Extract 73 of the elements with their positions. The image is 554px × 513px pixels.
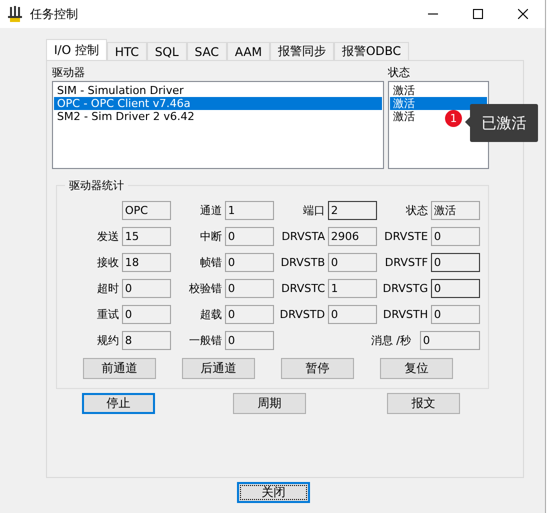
field-label: 超载 xyxy=(199,306,222,322)
window-title: 任务控制 xyxy=(30,6,79,22)
tab[interactable]: 报警同步 xyxy=(270,42,334,60)
value-field: 0 xyxy=(225,304,274,324)
field-label: DRVSTG xyxy=(382,282,428,294)
value-field: 18 xyxy=(122,252,171,272)
action-button[interactable]: 周期 xyxy=(233,393,306,414)
tab[interactable]: SAC xyxy=(186,42,227,60)
value-field: 0 xyxy=(122,304,171,324)
value-field: 0 xyxy=(431,278,480,298)
action-button[interactable]: 复位 xyxy=(380,358,453,379)
field-label: 超时 xyxy=(96,280,119,296)
field-label: 帧错 xyxy=(199,254,222,270)
tab[interactable]: AAM xyxy=(226,42,270,60)
field-label: DRVSTD xyxy=(278,308,325,320)
field-label: 通道 xyxy=(199,202,222,218)
field-label: 中断 xyxy=(199,228,222,244)
action-button[interactable]: 暂停 xyxy=(281,358,354,379)
value-field: 2906 xyxy=(328,226,377,246)
app-icon xyxy=(8,6,22,22)
field-label: DRVSTE xyxy=(383,230,428,242)
value-field: 0 xyxy=(431,304,480,324)
field-label: DRVSTF xyxy=(384,256,428,268)
value-field: 2 xyxy=(328,200,377,220)
field-label: 规约 xyxy=(96,332,119,348)
field-label: 端口 xyxy=(302,202,325,218)
value-field: 0 xyxy=(431,226,480,246)
field-label: 一般错 xyxy=(188,332,222,348)
value-field: 0 xyxy=(225,278,274,298)
action-button[interactable]: 前通道 xyxy=(83,358,156,379)
close-button[interactable]: 关闭 xyxy=(237,482,310,503)
list-label: 驱动器 xyxy=(52,65,86,81)
field-label: 校验错 xyxy=(188,280,222,296)
value-field: 0 xyxy=(225,226,274,246)
tab[interactable]: I/O 控制 xyxy=(46,39,107,60)
action-button[interactable]: 报文 xyxy=(387,393,460,414)
list-item[interactable]: 激活 xyxy=(390,97,487,110)
list-item[interactable]: 激活 xyxy=(390,84,487,97)
value-field: 0 xyxy=(420,330,480,350)
value-field: 激活 xyxy=(431,200,480,220)
value-field: 0 xyxy=(431,252,480,272)
value-field: 0 xyxy=(328,304,377,324)
action-button[interactable]: 后通道 xyxy=(182,358,255,379)
field-label: DRVSTC xyxy=(280,282,325,294)
list-item[interactable]: SIM - Simulation Driver xyxy=(54,84,382,97)
value-field: 0 xyxy=(122,278,171,298)
field-label: 发送 xyxy=(96,228,119,244)
value-field: OPC xyxy=(122,200,171,220)
value-field: 0 xyxy=(225,252,274,272)
field-label: 状态 xyxy=(405,202,428,218)
field-label: DRVSTB xyxy=(280,256,325,268)
field-label: 接收 xyxy=(96,254,119,270)
value-field: 1 xyxy=(225,200,274,220)
tooltip: 已激活 xyxy=(470,104,538,142)
maximize-icon xyxy=(472,9,482,19)
field-label: DRVSTH xyxy=(382,308,428,320)
list-label: 状态 xyxy=(388,65,411,81)
value-field: 15 xyxy=(122,226,171,246)
group-title: 驱动器统计 xyxy=(65,178,128,193)
close-icon xyxy=(518,9,528,19)
action-button[interactable]: 停止 xyxy=(82,393,155,414)
value-field: 0 xyxy=(225,330,274,350)
value-field: 0 xyxy=(328,252,377,272)
value-field: 1 xyxy=(328,278,377,298)
field-label: 重试 xyxy=(96,306,119,322)
field-label: DRVSTA xyxy=(280,230,325,242)
tab[interactable]: HTC xyxy=(106,42,147,60)
list-item[interactable]: OPC - OPC Client v7.46a xyxy=(54,97,382,110)
field-label: 消息 /秒 xyxy=(370,332,411,348)
value-field: 8 xyxy=(122,330,171,350)
tab[interactable]: SQL xyxy=(146,42,187,60)
list-item[interactable]: SM2 - Sim Driver 2 v6.42 xyxy=(54,110,382,123)
tab[interactable]: 报警ODBC xyxy=(334,42,410,60)
